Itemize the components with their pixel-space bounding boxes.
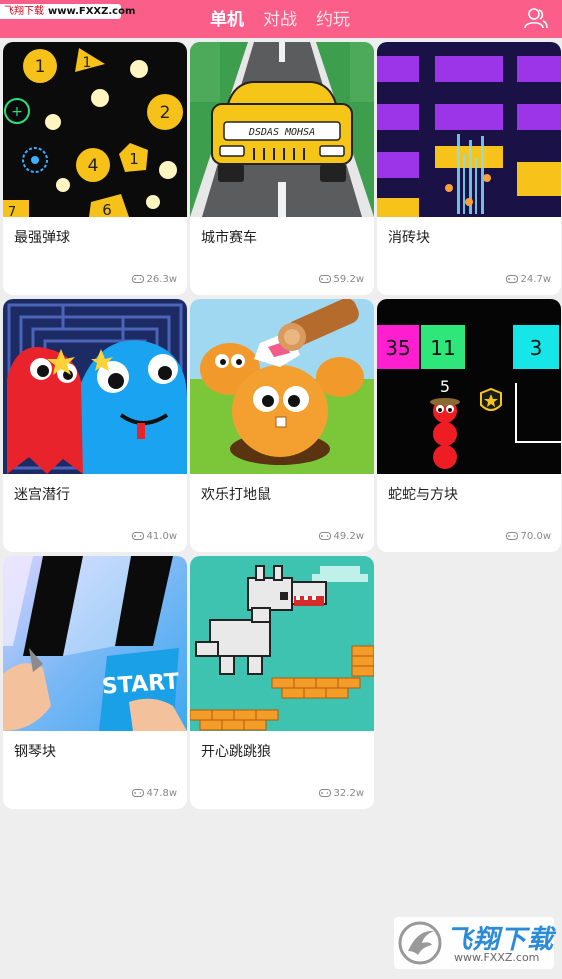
ball-number: 1 — [129, 150, 139, 168]
snake-length: 5 — [440, 377, 450, 396]
play-count-value: 26.3w — [146, 274, 177, 285]
tab-versus[interactable]: 对战 — [263, 9, 297, 31]
game-card[interactable]: START 钢琴块 47.8w — [3, 556, 187, 809]
car-plate-text: DSDAS MOHSA — [248, 127, 315, 138]
ball-number: 2 — [160, 103, 171, 123]
game-thumbnail: DSDAS MOHSA — [190, 42, 374, 217]
play-count-value: 24.7w — [520, 274, 551, 285]
play-count-value: 47.8w — [146, 788, 177, 799]
game-thumbnail: START — [3, 556, 187, 731]
tab-single-player[interactable]: 单机 — [210, 9, 244, 31]
ball-number: 7 — [8, 205, 16, 217]
play-count: 32.2w — [318, 788, 364, 799]
ball-number: 4 — [88, 156, 99, 176]
play-count: 49.2w — [318, 531, 364, 542]
game-card[interactable]: 消砖块 24.7w — [377, 42, 561, 295]
play-count: 41.0w — [131, 531, 177, 542]
game-thumbnail — [3, 299, 187, 474]
block-number: 11 — [430, 336, 455, 360]
play-count-value: 41.0w — [146, 531, 177, 542]
game-title: 城市赛车 — [201, 230, 257, 246]
gamepad-icon — [318, 789, 331, 797]
gamepad-icon — [131, 532, 144, 540]
play-count-value: 59.2w — [333, 274, 364, 285]
game-card[interactable]: 35 11 3 5 蛇蛇与方块 70.0w — [377, 299, 561, 552]
game-title: 蛇蛇与方块 — [388, 487, 458, 503]
play-count: 26.3w — [131, 274, 177, 285]
game-title: 消砖块 — [388, 230, 430, 246]
gamepad-icon — [318, 275, 331, 283]
game-title: 迷宫潜行 — [14, 487, 70, 503]
game-thumbnail — [190, 299, 374, 474]
tab-play-date[interactable]: 约玩 — [316, 9, 350, 31]
gamepad-icon — [131, 789, 144, 797]
play-count: 70.0w — [505, 531, 551, 542]
block-number: 3 — [530, 336, 543, 360]
gamepad-icon — [318, 532, 331, 540]
play-count-value: 70.0w — [520, 531, 551, 542]
wing-logo-icon — [398, 921, 442, 965]
game-card[interactable]: 欢乐打地鼠 49.2w — [190, 299, 374, 552]
play-count: 47.8w — [131, 788, 177, 799]
site-badge-brand: 飞翔下载 — [4, 6, 44, 17]
watermark-url: www.FXXZ.com — [454, 951, 540, 964]
game-title: 开心跳跳狼 — [201, 744, 271, 760]
game-title: 钢琴块 — [14, 744, 56, 760]
ball-number: 1 — [35, 57, 46, 77]
play-count-value: 32.2w — [333, 788, 364, 799]
game-card[interactable]: 开心跳跳狼 32.2w — [190, 556, 374, 809]
block-number: 35 — [385, 336, 410, 360]
top-header: 飞翔下载 www.FXXZ.com 单机 对战 约玩 — [0, 0, 562, 38]
game-card[interactable]: 迷宫潜行 41.0w — [3, 299, 187, 552]
play-count-value: 49.2w — [333, 531, 364, 542]
category-tabs: 单机 对战 约玩 — [210, 9, 369, 31]
site-watermark-logo: 飞翔下载 www.FXXZ.com — [394, 917, 554, 969]
play-count: 59.2w — [318, 274, 364, 285]
gamepad-icon — [505, 275, 518, 283]
game-card[interactable]: 1 1 + 2 4 1 7 6 最强弹球 26.3w — [3, 42, 187, 295]
ball-number: 1 — [83, 55, 92, 71]
game-thumbnail: 1 1 + 2 4 1 7 6 — [3, 42, 187, 217]
ball-number: 6 — [102, 201, 112, 217]
game-thumbnail — [377, 42, 561, 217]
site-badge-url: www.FXXZ.com — [48, 6, 136, 17]
game-title: 欢乐打地鼠 — [201, 487, 271, 503]
site-watermark-badge: 飞翔下载 www.FXXZ.com — [0, 4, 135, 19]
play-count: 24.7w — [505, 274, 551, 285]
svg-text:+: + — [11, 104, 23, 120]
game-thumbnail — [190, 556, 374, 731]
gamepad-icon — [505, 532, 518, 540]
game-thumbnail: 35 11 3 5 — [377, 299, 561, 474]
user-group-icon[interactable] — [524, 7, 548, 29]
gamepad-icon — [131, 275, 144, 283]
game-title: 最强弹球 — [14, 230, 70, 246]
game-card[interactable]: DSDAS MOHSA 城市赛车 59.2w — [190, 42, 374, 295]
